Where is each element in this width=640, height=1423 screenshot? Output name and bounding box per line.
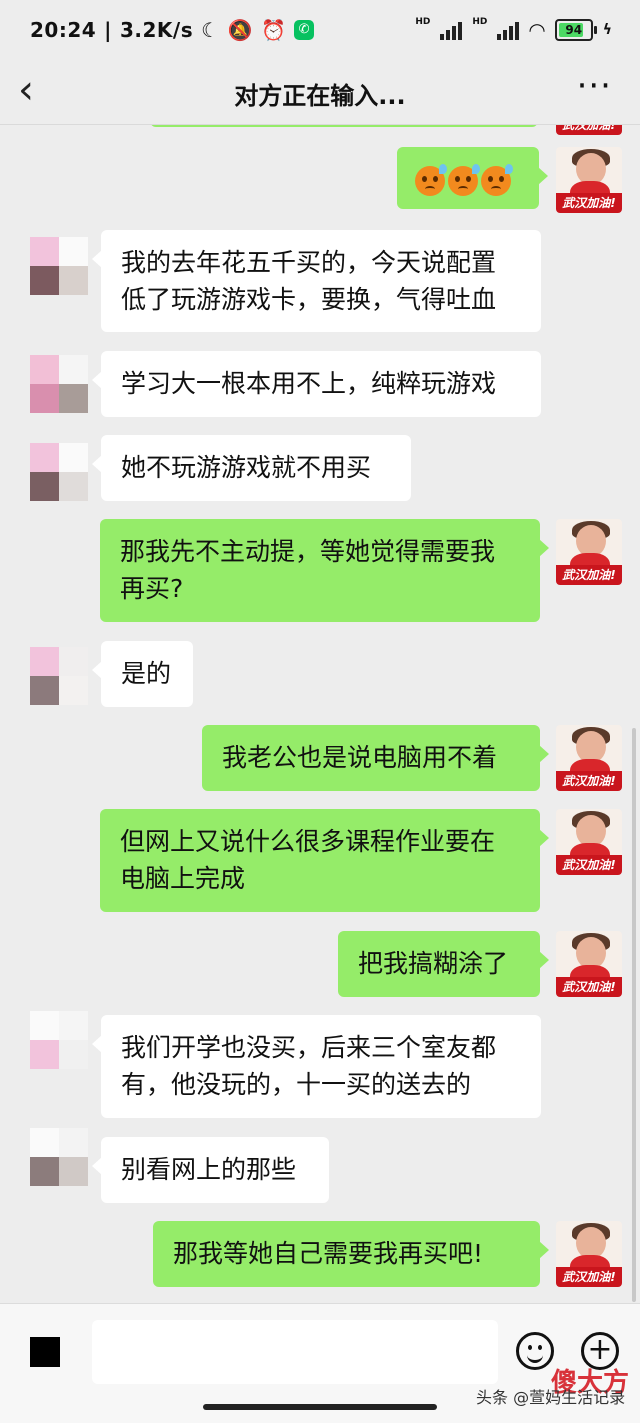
friend-avatar-lower [30,1157,88,1186]
voice-icon[interactable] [30,1337,60,1367]
self-avatar[interactable]: 武汉加油! [556,809,622,875]
emoji-icon[interactable] [516,1332,554,1370]
scrollbar[interactable] [632,728,636,1302]
received-message-bubble[interactable]: 学习大一根本用不上，纯粹玩游戏 [92,351,541,417]
signal-icon [440,20,463,40]
friend-avatar[interactable] [30,1011,88,1069]
friend-avatar[interactable] [30,355,88,413]
mute-icon: 🔕 [227,18,253,42]
status-right: HD HD ◠ 94 ϟ [415,17,612,42]
sent-message-bubble[interactable]: 我老公也是说电脑用不着 [202,725,549,791]
self-avatar[interactable]: 武汉加油! [556,1221,622,1287]
watermark-text: 头条 @萱妈生活记录 [476,1388,626,1407]
received-message-bubble[interactable]: 是的 [92,641,193,707]
sweat-face-icon [481,164,513,196]
message-list[interactable]: 武汉加油! 武汉加油! 我的去年花五千买的，今天说配置 低了玩游游戏卡，要换，气… [0,125,640,1303]
sent-message-bubble[interactable]: 把我搞糊涂了 [338,931,549,997]
alarm-icon: ⏰ [260,18,287,42]
sweat-face-icon [448,164,480,196]
chat-header: ‹ 对方正在输入... ··· [0,62,640,125]
friend-avatar[interactable] [30,237,88,295]
wifi-icon: ◠ [529,18,545,42]
friend-avatar[interactable] [30,647,88,705]
hd-label-2: HD [472,17,488,27]
chat-title: 对方正在输入... [234,82,406,110]
sent-message-bubble[interactable]: 那我等她自己需要我再买吧! [153,1221,549,1287]
signal-icon-2 [497,20,520,40]
status-bar: 20:24 | 3.2K/s ☾ 🔕 ⏰ ✆ HD HD ◠ 94 ϟ [0,0,640,62]
more-icon[interactable]: ··· [577,66,612,106]
battery-icon: 94 [554,19,597,41]
wechat-icon: ✆ [294,20,315,40]
self-avatar[interactable]: 武汉加油! [556,519,622,585]
previous-message-bubble [150,125,538,127]
emoji-message-bubble[interactable] [397,147,548,209]
status-left: 20:24 | 3.2K/s ☾ 🔕 ⏰ ✆ [30,18,315,42]
received-message-bubble[interactable]: 她不玩游游戏就不用买 [92,435,411,501]
self-avatar[interactable]: 武汉加油! [556,725,622,791]
message-input[interactable] [92,1320,498,1384]
home-indicator[interactable] [203,1404,437,1410]
network-speed: 3.2K/s [119,18,194,42]
sent-message-bubble[interactable]: 那我先不主动提，等她觉得需要我 再买? [100,519,549,622]
received-message-bubble[interactable]: 别看网上的那些 [92,1137,329,1203]
self-avatar[interactable]: 武汉加油! [556,931,622,997]
friend-avatar[interactable] [30,443,88,501]
sweat-face-icon [415,164,447,196]
received-message-bubble[interactable]: 我们开学也没买，后来三个室友都 有，他没玩的，十一买的送去的 [92,1015,541,1118]
self-avatar[interactable]: 武汉加油! [556,147,622,213]
self-avatar[interactable]: 武汉加油! [556,125,622,135]
moon-icon: ☾ [201,18,220,42]
charging-icon: ϟ [602,22,612,38]
hd-label: HD [415,17,431,27]
received-message-bubble[interactable]: 我的去年花五千买的，今天说配置 低了玩游游戏卡，要换，气得吐血 [92,230,541,332]
sent-message-bubble[interactable]: 但网上又说什么很多课程作业要在 电脑上完成 [100,809,549,912]
clock: 20:24 [30,18,97,42]
